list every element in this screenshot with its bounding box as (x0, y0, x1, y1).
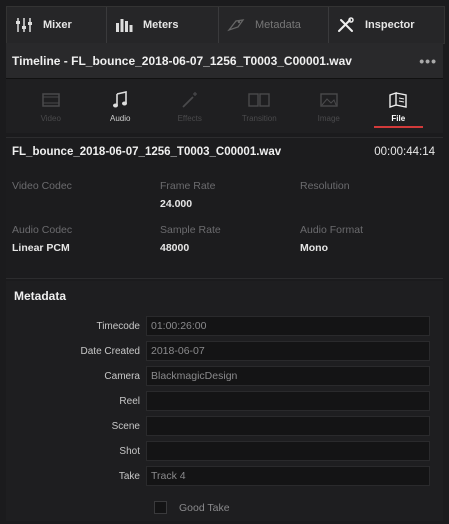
good-take-checkbox[interactable] (154, 501, 167, 514)
meters-button[interactable]: Meters (107, 7, 219, 43)
audio-format-label: Audio Format (300, 224, 364, 236)
mixer-button[interactable]: Mixer (7, 7, 107, 43)
video-codec-prop: Video Codec (12, 180, 72, 198)
tab-video-label: Video (40, 114, 61, 123)
metadata-icon (225, 15, 247, 35)
metadata-title: Metadata (14, 289, 67, 303)
tab-transition-label: Transition (241, 114, 277, 123)
reel-row: Reel (6, 390, 443, 412)
timeline-title: Timeline - FL_bounce_2018-06-07_1256_T00… (12, 53, 352, 68)
transition-icon (248, 89, 270, 111)
scene-label: Scene (111, 420, 140, 432)
date-created-field[interactable]: 2018-06-07 (146, 341, 430, 361)
image-icon (319, 89, 339, 111)
tab-file-label: File (391, 114, 406, 123)
resolution-label: Resolution (300, 180, 350, 192)
camera-label: Camera (104, 370, 140, 382)
file-icon (388, 89, 408, 111)
metadata-panel: Metadata Timecode 01:00:26:00 Date Creat… (6, 281, 443, 521)
inspector-tabs: Video Audio Effects Transition Image Fil… (6, 79, 443, 133)
take-field[interactable]: Track 4 (146, 466, 430, 486)
sample-rate-prop: Sample Rate 48000 (160, 224, 221, 254)
good-take-option: Good Take (154, 501, 230, 514)
mixer-icon (13, 15, 35, 35)
frame-rate-prop: Frame Rate 24.000 (160, 180, 215, 210)
file-info-panel: FL_bounce_2018-06-07_1256_T0003_C00001.w… (6, 137, 443, 279)
tab-audio-label: Audio (110, 114, 131, 123)
top-toolbar: Mixer Meters Metadata Inspector (6, 6, 445, 44)
meters-label: Meters (143, 19, 179, 31)
sample-rate-label: Sample Rate (160, 224, 221, 236)
date-created-label: Date Created (80, 345, 140, 357)
inspector-title-bar: Timeline - FL_bounce_2018-06-07_1256_T00… (6, 43, 443, 79)
file-header: FL_bounce_2018-06-07_1256_T0003_C00001.w… (12, 146, 435, 158)
shot-label: Shot (119, 445, 140, 457)
audio-codec-prop: Audio Codec Linear PCM (12, 224, 72, 254)
audio-format-value: Mono (300, 242, 328, 254)
scene-field[interactable] (146, 416, 430, 436)
frame-rate-value: 24.000 (160, 198, 193, 210)
audio-format-prop: Audio Format Mono (300, 224, 363, 254)
tab-audio[interactable]: Audio (86, 79, 156, 133)
mixer-label: Mixer (43, 19, 72, 31)
tab-file[interactable]: File (364, 79, 434, 133)
take-row: Take Track 4 (6, 465, 443, 487)
file-name: FL_bounce_2018-06-07_1256_T0003_C00001.w… (12, 146, 282, 158)
tab-transition[interactable]: Transition (225, 79, 295, 133)
audio-codec-label: Audio Codec (12, 224, 73, 236)
tab-image-label: Image (317, 114, 340, 123)
resolution-prop: Resolution (300, 180, 350, 198)
take-label: Take (118, 470, 140, 482)
more-options-button[interactable]: ••• (419, 53, 437, 69)
tab-effects[interactable]: Effects (155, 79, 225, 133)
inspector-icon (335, 15, 357, 35)
camera-row: Camera BlackmagicDesign (6, 365, 443, 387)
metadata-button[interactable]: Metadata (219, 7, 329, 43)
file-duration: 00:00:44:14 (374, 146, 435, 158)
timecode-row: Timecode 01:00:26:00 (6, 315, 443, 337)
inspector-label: Inspector (365, 19, 415, 31)
scene-row: Scene (6, 415, 443, 437)
metadata-label: Metadata (255, 19, 301, 31)
frame-rate-label: Frame Rate (160, 180, 216, 192)
sample-rate-value: 48000 (160, 242, 190, 254)
magic-wand-icon (181, 89, 199, 111)
camera-field[interactable]: BlackmagicDesign (146, 366, 430, 386)
timecode-label: Timecode (96, 320, 140, 332)
good-take-label: Good Take (179, 501, 230, 514)
video-icon (41, 89, 61, 111)
video-codec-label: Video Codec (12, 180, 72, 192)
tab-image[interactable]: Image (294, 79, 364, 133)
timecode-field[interactable]: 01:00:26:00 (146, 316, 430, 336)
meters-icon (113, 15, 135, 35)
music-note-icon (112, 89, 128, 111)
tab-effects-label: Effects (177, 114, 202, 123)
tab-video[interactable]: Video (16, 79, 86, 133)
reel-field[interactable] (146, 391, 430, 411)
inspector-button[interactable]: Inspector (329, 7, 444, 43)
shot-field[interactable] (146, 441, 430, 461)
shot-row: Shot (6, 440, 443, 462)
reel-label: Reel (119, 395, 140, 407)
date-created-row: Date Created 2018-06-07 (6, 340, 443, 362)
audio-codec-value: Linear PCM (12, 242, 70, 254)
